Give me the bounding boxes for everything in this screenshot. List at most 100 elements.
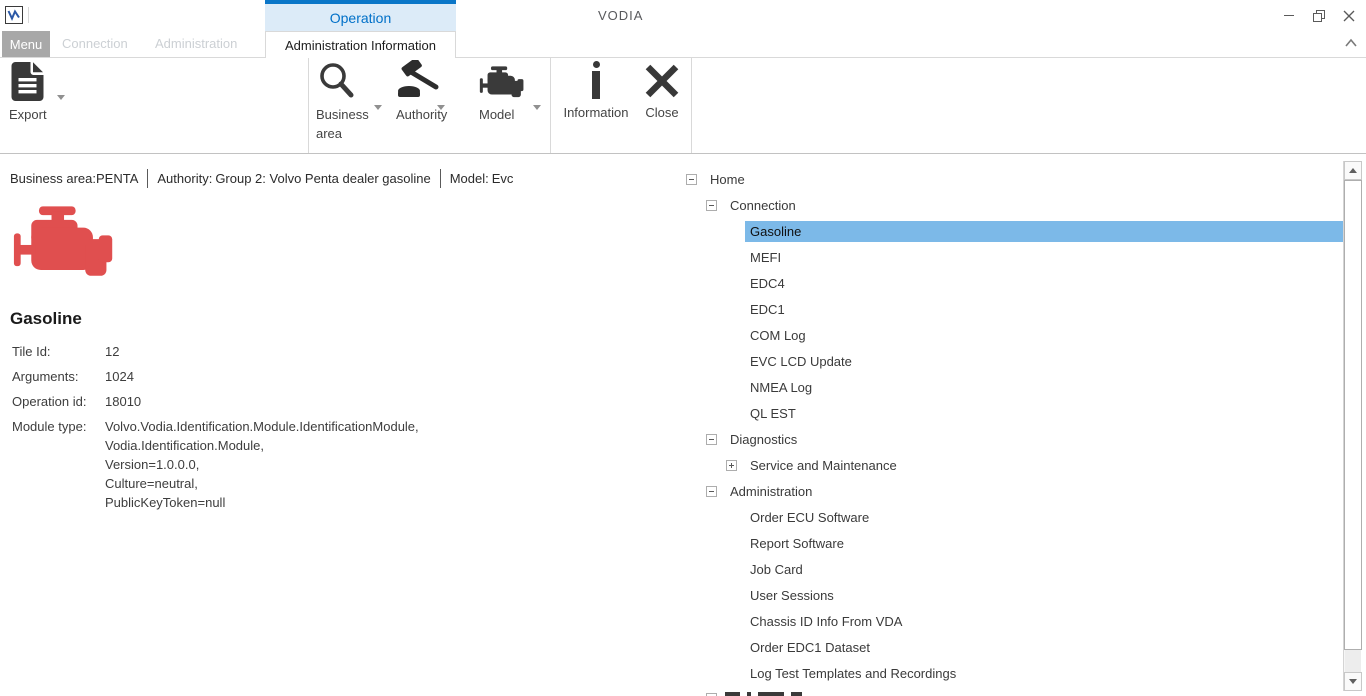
collapse-icon[interactable] [706, 434, 717, 445]
titlebar: Operation VODIA [0, 0, 1366, 31]
status-divider [440, 169, 441, 188]
tree-item-label: EDC1 [745, 299, 790, 320]
menu-tab-row: Menu Connection Administration Administr… [0, 31, 1366, 57]
export-dropdown-icon[interactable] [57, 95, 65, 100]
tree-item-report-software[interactable]: Report Software [684, 530, 1343, 556]
tree-item-job-card[interactable]: Job Card [684, 556, 1343, 582]
tree-item-order-edc1-dataset[interactable]: Order EDC1 Dataset [684, 634, 1343, 660]
window-controls [1274, 0, 1364, 31]
authority-dropdown-icon[interactable] [437, 105, 445, 110]
scroll-up-button[interactable] [1344, 161, 1362, 180]
menu-item-connection[interactable]: Connection [62, 36, 128, 51]
tree-item-label: Gasoline [745, 221, 1343, 242]
minimize-button[interactable] [1274, 0, 1304, 31]
tree-item-label: MEFI [745, 247, 786, 268]
tree-item-label: User Sessions [745, 585, 839, 606]
field-row: Module type: Volvo.Vodia.Identification.… [12, 417, 572, 512]
tree-item-user-sessions[interactable]: User Sessions [684, 582, 1343, 608]
information-label: Information [563, 104, 628, 121]
collapse-icon[interactable] [706, 200, 717, 211]
tree-item-diagnostics[interactable]: Diagnostics [684, 426, 1343, 452]
menu-button[interactable]: Menu [2, 31, 50, 57]
tree-item-evc-lcd-update[interactable]: EVC LCD Update [684, 348, 1343, 374]
close-button[interactable]: Close [641, 60, 683, 121]
export-label: Export [9, 106, 47, 123]
tree-item-label: EDC4 [745, 273, 790, 294]
magnifier-icon [316, 60, 358, 102]
tree-item-administration[interactable]: Administration [684, 478, 1343, 504]
tree-scrollbar[interactable] [1343, 161, 1361, 691]
field-value: Volvo.Vodia.Identification.Module.Identi… [105, 417, 419, 512]
business-area-dropdown-icon[interactable] [374, 105, 382, 110]
scrollbar-track[interactable] [1345, 650, 1361, 672]
tree-item-label: Job Card [745, 559, 808, 580]
tree-item-home[interactable]: Home [684, 166, 1343, 192]
document-icon [9, 60, 46, 102]
export-button[interactable]: Export [9, 60, 47, 123]
business-area-label-line1: Business [316, 106, 369, 123]
model-label: Model [479, 106, 526, 123]
detail-fields: Tile Id: 12 Arguments: 1024 Operation id… [12, 342, 572, 518]
close-window-button[interactable] [1334, 0, 1364, 31]
tree-item-service-and-maintenance[interactable]: Service and Maintenance [684, 452, 1343, 478]
model-dropdown-icon[interactable] [533, 105, 541, 110]
authority-status-label: Authority: [157, 171, 212, 186]
vodia-window: Operation VODIA Menu [0, 0, 1366, 696]
tree-item-chassis-id-info[interactable]: Chassis ID Info From VDA [684, 608, 1343, 634]
field-label: Arguments: [12, 367, 105, 386]
field-row: Operation id: 18010 [12, 392, 572, 411]
status-divider [147, 169, 148, 188]
window-title: VODIA [598, 8, 643, 23]
vodia-logo-icon [5, 6, 23, 24]
collapse-icon[interactable] [686, 174, 697, 185]
tree-item-label: Log Test Templates and Recordings [745, 663, 961, 684]
tab-operation[interactable]: Operation [265, 0, 456, 31]
tree-item-ql-est[interactable]: QL EST [684, 400, 1343, 426]
scrollbar-thumb[interactable] [1344, 180, 1362, 650]
tab-operation-label: Operation [330, 10, 391, 26]
engine-icon-red [12, 206, 118, 282]
business-area-status-label: Business area: [10, 171, 96, 186]
business-area-label-line2: area [316, 125, 369, 142]
business-area-button[interactable]: Business area [316, 60, 369, 142]
restore-button[interactable] [1304, 0, 1334, 31]
tree-item-com-log[interactable]: COM Log [684, 322, 1343, 348]
field-label: Module type: [12, 417, 105, 512]
tree-item-clipped[interactable] [684, 686, 1343, 696]
ribbon-group-separator [550, 58, 551, 153]
gavel-icon [396, 60, 442, 102]
tree-item-order-ecu-software[interactable]: Order ECU Software [684, 504, 1343, 530]
info-icon [576, 60, 616, 100]
authority-status-value: Group 2: Volvo Penta dealer gasoline [215, 171, 430, 186]
field-label: Operation id: [12, 392, 105, 411]
close-x-icon [643, 62, 681, 100]
collapse-ribbon-icon[interactable] [1344, 37, 1358, 49]
tree-item-label: Order EDC1 Dataset [745, 637, 875, 658]
detail-title: Gasoline [10, 309, 82, 329]
tree-item-nmea-log[interactable]: NMEA Log [684, 374, 1343, 400]
information-button[interactable]: Information [558, 60, 634, 121]
menu-item-administration[interactable]: Administration [155, 36, 237, 51]
navigation-tree: Home Connection Gasoline MEFI EDC4 EDC1 … [684, 166, 1343, 696]
tree-item-edc1[interactable]: EDC1 [684, 296, 1343, 322]
expand-icon[interactable] [726, 460, 737, 471]
field-value: 1024 [105, 367, 134, 386]
scroll-down-button[interactable] [1344, 672, 1362, 691]
tree-item-edc4[interactable]: EDC4 [684, 270, 1343, 296]
collapse-icon[interactable] [706, 486, 717, 497]
tree-item-label: Administration [725, 481, 817, 502]
authority-button[interactable]: Authority [396, 60, 447, 123]
close-label: Close [645, 104, 678, 121]
scroll-down-icon [1349, 679, 1357, 684]
field-value: 12 [105, 342, 119, 361]
tab-administration-information[interactable]: Administration Information [265, 31, 456, 58]
tree-item-label: Order ECU Software [745, 507, 874, 528]
tree-item-label: NMEA Log [745, 377, 817, 398]
model-button[interactable]: Model [479, 60, 526, 123]
tree-item-log-test-templates[interactable]: Log Test Templates and Recordings [684, 660, 1343, 686]
tree-item-connection[interactable]: Connection [684, 192, 1343, 218]
tree-item-gasoline[interactable]: Gasoline [684, 218, 1343, 244]
scroll-up-icon [1349, 168, 1357, 173]
tree-item-label: Report Software [745, 533, 849, 554]
tree-item-mefi[interactable]: MEFI [684, 244, 1343, 270]
